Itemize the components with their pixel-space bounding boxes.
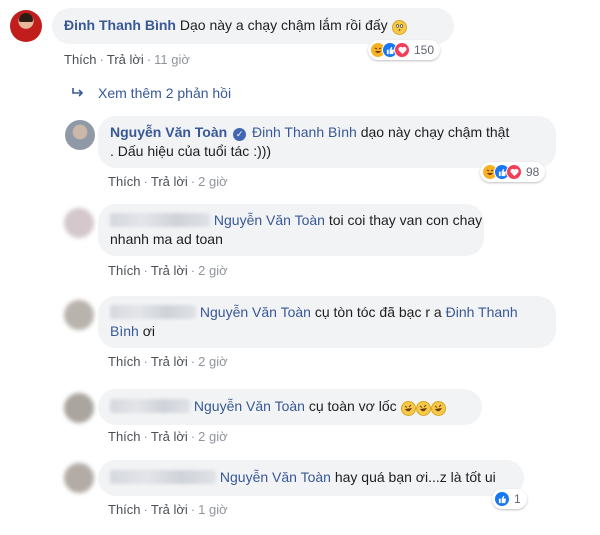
reply-actions: Thích · Trả lời · 2 giờ — [108, 263, 228, 278]
avatar[interactable] — [64, 300, 94, 330]
reply-text-line2: ơi — [142, 323, 155, 339]
avatar[interactable] — [10, 10, 42, 42]
mention-tag[interactable]: Đinh Thanh Bình — [252, 124, 357, 140]
reply-bubble: Nguyễn Văn Toàn cụ toàn vơ lốc — [98, 389, 482, 425]
timestamp[interactable]: 1 giờ — [198, 502, 228, 517]
timestamp[interactable]: 11 giờ — [154, 52, 190, 67]
mention-tag[interactable]: Đinh Thanh — [446, 304, 518, 320]
timestamp[interactable]: 2 giờ — [198, 429, 228, 444]
reply-button[interactable]: Trả lời — [151, 502, 188, 517]
reaction-summary[interactable]: 98 — [480, 162, 546, 182]
rofl-emoji-icon — [415, 401, 431, 416]
reaction-summary[interactable]: 1 — [492, 489, 527, 509]
blurred-author — [110, 399, 190, 413]
reply-arrow-icon — [70, 86, 86, 105]
verified-badge-icon: ✓ — [233, 128, 247, 141]
reply-author[interactable]: Nguyễn Văn Toàn — [110, 124, 227, 140]
reply-text-line2: nhanh ma ad toan — [110, 231, 223, 247]
reply-button[interactable]: Trả lời — [151, 429, 188, 444]
mention-tag[interactable]: Nguyễn Văn Toàn — [194, 398, 305, 414]
mention-tag[interactable]: Nguyễn Văn Toàn — [214, 212, 325, 228]
rofl-emoji-icon — [400, 401, 416, 416]
reply-actions: Thích · Trả lời · 2 giờ — [108, 174, 228, 189]
like-button[interactable]: Thích — [108, 502, 141, 517]
reply-actions: Thích · Trả lời · 2 giờ — [108, 429, 228, 444]
reply-text-line2: . Dấu hiệu của tuổi tác :))) — [110, 143, 272, 159]
reply-button[interactable]: Trả lời — [107, 52, 144, 67]
reaction-count: 150 — [414, 43, 435, 57]
like-button[interactable]: Thích — [108, 429, 141, 444]
love-icon — [394, 42, 410, 58]
like-button[interactable]: Thích — [108, 354, 141, 369]
reply-actions: Thích · Trả lời · 2 giờ — [108, 354, 228, 369]
view-more-replies-link[interactable]: Xem thêm 2 phản hồi — [98, 85, 231, 101]
timestamp[interactable]: 2 giờ — [198, 263, 228, 278]
reply-text: hay quá bạn ơi...z là tốt ui — [334, 469, 496, 485]
reaction-summary[interactable]: 150 — [368, 40, 441, 60]
like-icon — [494, 491, 510, 507]
reply-bubble: Nguyễn Văn Toàn ✓ Đinh Thanh Bình dạo nà… — [98, 116, 556, 168]
blurred-author — [110, 470, 216, 484]
reply-button[interactable]: Trả lời — [151, 174, 188, 189]
flushed-face-emoji-icon — [391, 20, 407, 35]
reaction-count: 98 — [526, 165, 540, 179]
like-button[interactable]: Thích — [108, 263, 141, 278]
reply-bubble: Nguyễn Văn Toàn hay quá bạn ơi...z là tố… — [98, 460, 524, 496]
avatar[interactable] — [64, 393, 94, 423]
comment-author[interactable]: Đinh Thanh Bình — [64, 17, 176, 33]
blurred-author — [110, 305, 196, 319]
avatar[interactable] — [65, 120, 95, 150]
love-icon — [506, 164, 522, 180]
comment-actions: Thích · Trả lời · 11 giờ — [64, 52, 190, 67]
like-button[interactable]: Thích — [108, 174, 141, 189]
timestamp[interactable]: 2 giờ — [198, 174, 228, 189]
comment-bubble: Đinh Thanh Bình Dạo này a chạy chậm lắm … — [52, 8, 454, 44]
mention-tag-continued[interactable]: Bình — [110, 323, 139, 339]
reply-text: cụ toàn vơ lốc — [308, 398, 397, 414]
avatar[interactable] — [64, 208, 94, 238]
mention-tag[interactable]: Nguyễn Văn Toàn — [200, 304, 311, 320]
avatar[interactable] — [64, 463, 94, 493]
reply-text: dạo này chạy chậm thật — [360, 124, 510, 140]
rofl-emoji-icon — [430, 401, 446, 416]
reply-bubble: Nguyễn Văn Toàn toi coi thay van con cha… — [98, 204, 484, 256]
reply-button[interactable]: Trả lời — [151, 354, 188, 369]
reply-text: cụ tòn tóc đã bạc r a — [314, 304, 442, 320]
reply-text: toi coi thay van con chay — [328, 212, 483, 228]
comment-text: Dạo này a chạy chậm lắm rồi đấy — [179, 17, 388, 33]
reply-button[interactable]: Trả lời — [151, 263, 188, 278]
mention-tag[interactable]: Nguyễn Văn Toàn — [220, 469, 331, 485]
timestamp[interactable]: 2 giờ — [198, 354, 228, 369]
reaction-count: 1 — [514, 492, 521, 506]
like-button[interactable]: Thích — [64, 52, 97, 67]
reply-bubble: Nguyễn Văn Toàn cụ tòn tóc đã bạc r a Đi… — [98, 296, 556, 348]
reply-actions: Thích · Trả lời · 1 giờ — [108, 502, 228, 517]
blurred-author — [110, 213, 210, 227]
